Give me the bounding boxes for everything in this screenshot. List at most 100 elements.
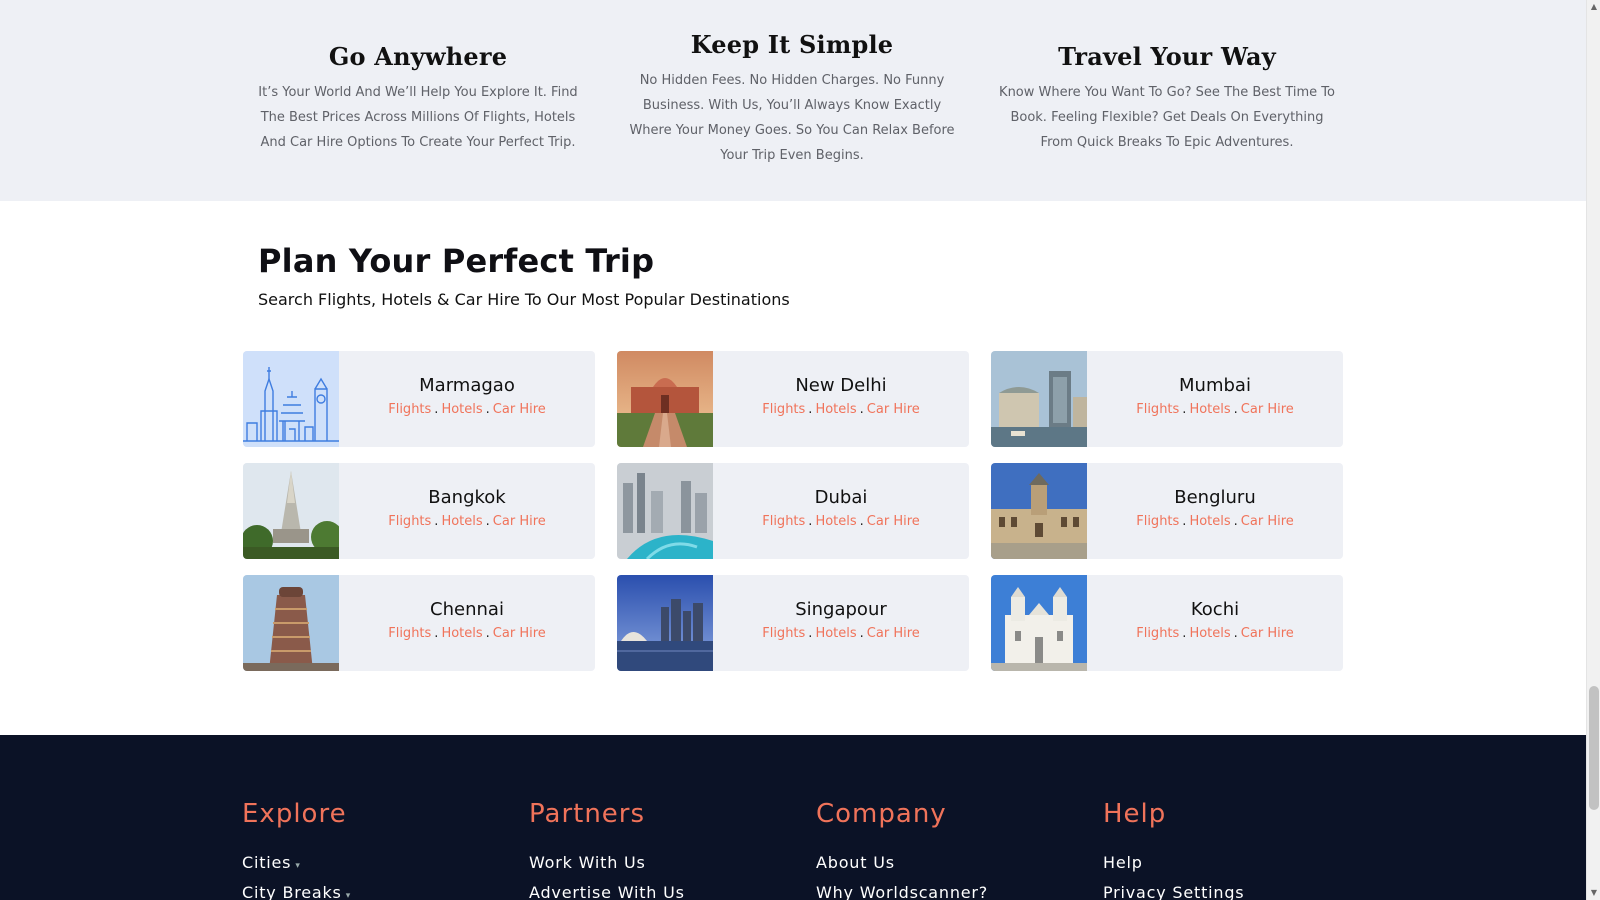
- car-hire-link[interactable]: Car Hire: [1241, 626, 1294, 641]
- flights-link[interactable]: Flights: [762, 514, 805, 529]
- separator-dot: .: [1182, 402, 1187, 417]
- footer-link-why-worldscanner[interactable]: Why Worldscanner?: [816, 883, 988, 900]
- footer-link-privacy-settings[interactable]: Privacy Settings: [1103, 883, 1244, 900]
- destination-city: Bengluru: [1174, 487, 1256, 508]
- car-hire-link[interactable]: Car Hire: [493, 514, 546, 529]
- triangle-up-icon[interactable]: ▲: [1589, 2, 1599, 12]
- destination-city: New Delhi: [795, 375, 887, 396]
- hotels-link[interactable]: Hotels: [441, 402, 482, 417]
- palace-photo: [991, 463, 1087, 559]
- separator-dot: .: [434, 626, 439, 641]
- car-hire-link[interactable]: Car Hire: [1241, 514, 1294, 529]
- car-hire-link[interactable]: Car Hire: [493, 626, 546, 641]
- footer-link-list: Work With Us Advertise With Us: [529, 853, 685, 900]
- car-hire-link[interactable]: Car Hire: [1241, 402, 1294, 417]
- flights-link[interactable]: Flights: [762, 402, 805, 417]
- separator-dot: .: [485, 626, 490, 641]
- destination-card-bangkok[interactable]: Bangkok Flights. Hotels. Car Hire: [243, 463, 595, 559]
- footer-heading: Help: [1103, 799, 1167, 829]
- car-hire-link[interactable]: Car Hire: [867, 626, 920, 641]
- separator-dot: .: [1182, 514, 1187, 529]
- destination-links: Flights. Hotels. Car Hire: [1087, 626, 1343, 641]
- plan-subtitle: Search Flights, Hotels & Car Hire To Our…: [258, 290, 790, 309]
- car-hire-link[interactable]: Car Hire: [493, 402, 546, 417]
- footer-column-help: Help Help Privacy Settings: [1103, 799, 1244, 900]
- flights-link[interactable]: Flights: [1136, 626, 1179, 641]
- separator-dot: .: [808, 402, 813, 417]
- footer-link-about-us[interactable]: About Us: [816, 853, 988, 872]
- harbour-photo: [991, 351, 1087, 447]
- destination-card-kochi[interactable]: Kochi Flights. Hotels. Car Hire: [991, 575, 1343, 671]
- footer-column-partners: Partners Work With Us Advertise With Us: [529, 799, 685, 900]
- separator-dot: .: [485, 514, 490, 529]
- car-hire-link[interactable]: Car Hire: [867, 514, 920, 529]
- footer-link-label: City Breaks: [242, 883, 342, 900]
- flights-link[interactable]: Flights: [762, 626, 805, 641]
- footer-link-help[interactable]: Help: [1103, 853, 1244, 872]
- feature-title: Keep It Simple: [690, 30, 894, 59]
- footer-link-list: About Us Why Worldscanner?: [816, 853, 988, 900]
- destination-card-chennai[interactable]: Chennai Flights. Hotels. Car Hire: [243, 575, 595, 671]
- car-hire-link[interactable]: Car Hire: [867, 402, 920, 417]
- city-sketch-illustration: [243, 351, 339, 447]
- footer-link-city-breaks[interactable]: City Breaks ▾: [242, 883, 351, 900]
- church-photo: [991, 575, 1087, 671]
- footer-link-advertise-with-us[interactable]: Advertise With Us: [529, 883, 685, 900]
- triangle-down-icon[interactable]: ▼: [1589, 888, 1599, 898]
- hotels-link[interactable]: Hotels: [815, 402, 856, 417]
- destination-links: Flights. Hotels. Car Hire: [339, 626, 595, 641]
- footer-column-explore: Explore Cities ▾ City Breaks ▾: [242, 799, 351, 900]
- separator-dot: .: [808, 514, 813, 529]
- flights-link[interactable]: Flights: [1136, 514, 1179, 529]
- destination-info: Kochi Flights. Hotels. Car Hire: [1087, 575, 1343, 671]
- destination-card-bengluru[interactable]: Bengluru Flights. Hotels. Car Hire: [991, 463, 1343, 559]
- separator-dot: .: [1233, 626, 1238, 641]
- feature-keep-it-simple: Keep It Simple No Hidden Fees. No Hidden…: [622, 30, 962, 168]
- destination-info: Bengluru Flights. Hotels. Car Hire: [1087, 463, 1343, 559]
- destination-card-new-delhi[interactable]: New Delhi Flights. Hotels. Car Hire: [617, 351, 969, 447]
- feature-go-anywhere: Go Anywhere It’s Your World And We’ll He…: [248, 42, 588, 155]
- vertical-scrollbar[interactable]: ▲ ▼: [1586, 0, 1600, 900]
- page: Go Anywhere It’s Your World And We’ll He…: [0, 0, 1600, 900]
- flights-link[interactable]: Flights: [1136, 402, 1179, 417]
- destination-info: Bangkok Flights. Hotels. Car Hire: [339, 463, 595, 559]
- flights-link[interactable]: Flights: [388, 514, 431, 529]
- caret-down-icon: ▾: [345, 891, 352, 900]
- footer-heading: Company: [816, 799, 947, 829]
- separator-dot: .: [1233, 514, 1238, 529]
- hotels-link[interactable]: Hotels: [1189, 626, 1230, 641]
- destination-card-singapour[interactable]: Singapour Flights. Hotels. Car Hire: [617, 575, 969, 671]
- hotels-link[interactable]: Hotels: [441, 514, 482, 529]
- footer-link-cities[interactable]: Cities ▾: [242, 853, 351, 872]
- footer-link-list: Cities ▾ City Breaks ▾: [242, 853, 351, 900]
- destination-links: Flights. Hotels. Car Hire: [713, 514, 969, 529]
- destinations-grid: Marmagao Flights. Hotels. Car Hire New D…: [243, 351, 1343, 671]
- destination-image: [617, 575, 713, 671]
- feature-title: Travel Your Way: [1058, 42, 1276, 71]
- destination-info: Marmagao Flights. Hotels. Car Hire: [339, 351, 595, 447]
- flights-link[interactable]: Flights: [388, 626, 431, 641]
- hotels-link[interactable]: Hotels: [1189, 514, 1230, 529]
- separator-dot: .: [434, 402, 439, 417]
- hotels-link[interactable]: Hotels: [1189, 402, 1230, 417]
- scrollbar-thumb[interactable]: [1589, 686, 1599, 810]
- destination-card-marmagao[interactable]: Marmagao Flights. Hotels. Car Hire: [243, 351, 595, 447]
- destination-city: Chennai: [430, 599, 504, 620]
- destination-city: Marmagao: [419, 375, 515, 396]
- destination-image: [617, 463, 713, 559]
- separator-dot: .: [1182, 626, 1187, 641]
- hotels-link[interactable]: Hotels: [815, 626, 856, 641]
- destination-links: Flights. Hotels. Car Hire: [339, 514, 595, 529]
- footer-link-work-with-us[interactable]: Work With Us: [529, 853, 685, 872]
- hotels-link[interactable]: Hotels: [441, 626, 482, 641]
- separator-dot: .: [859, 514, 864, 529]
- flights-link[interactable]: Flights: [388, 402, 431, 417]
- hotels-link[interactable]: Hotels: [815, 514, 856, 529]
- destination-info: Singapour Flights. Hotels. Car Hire: [713, 575, 969, 671]
- destination-info: New Delhi Flights. Hotels. Car Hire: [713, 351, 969, 447]
- destination-card-mumbai[interactable]: Mumbai Flights. Hotels. Car Hire: [991, 351, 1343, 447]
- destination-image: [243, 351, 339, 447]
- separator-dot: .: [808, 626, 813, 641]
- feature-title: Go Anywhere: [328, 42, 508, 71]
- destination-card-dubai[interactable]: Dubai Flights. Hotels. Car Hire: [617, 463, 969, 559]
